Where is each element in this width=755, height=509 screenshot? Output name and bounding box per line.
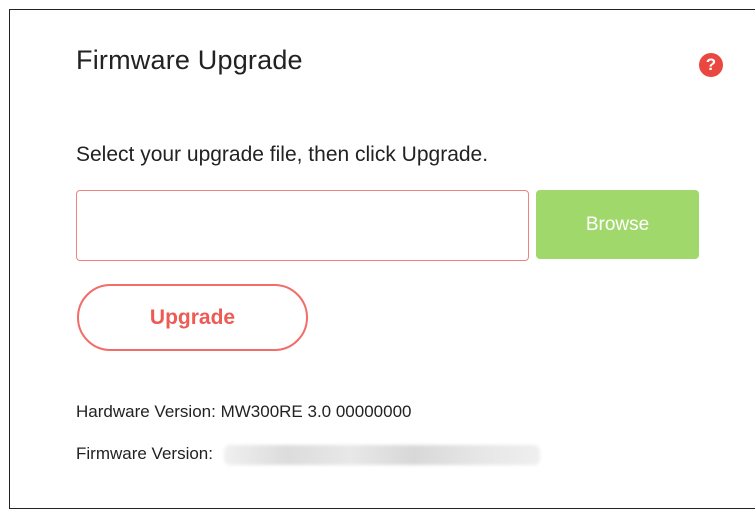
hardware-version-value: MW300RE 3.0 00000000: [220, 402, 412, 421]
browse-button[interactable]: Browse: [536, 190, 699, 259]
firmware-version-row: Firmware Version:: [76, 444, 540, 465]
page-title: Firmware Upgrade: [76, 45, 303, 75]
hardware-version-row: Hardware Version: MW300RE 3.0 00000000: [76, 402, 411, 422]
upgrade-instruction: Select your upgrade file, then click Upg…: [76, 143, 489, 166]
upgrade-file-input[interactable]: [76, 190, 529, 261]
firmware-version-value-redacted: [223, 444, 540, 465]
hardware-version-label: Hardware Version:: [76, 402, 216, 421]
upgrade-button[interactable]: Upgrade: [77, 284, 308, 351]
firmware-version-label: Firmware Version:: [76, 444, 213, 463]
help-question-icon[interactable]: ?: [699, 53, 723, 77]
